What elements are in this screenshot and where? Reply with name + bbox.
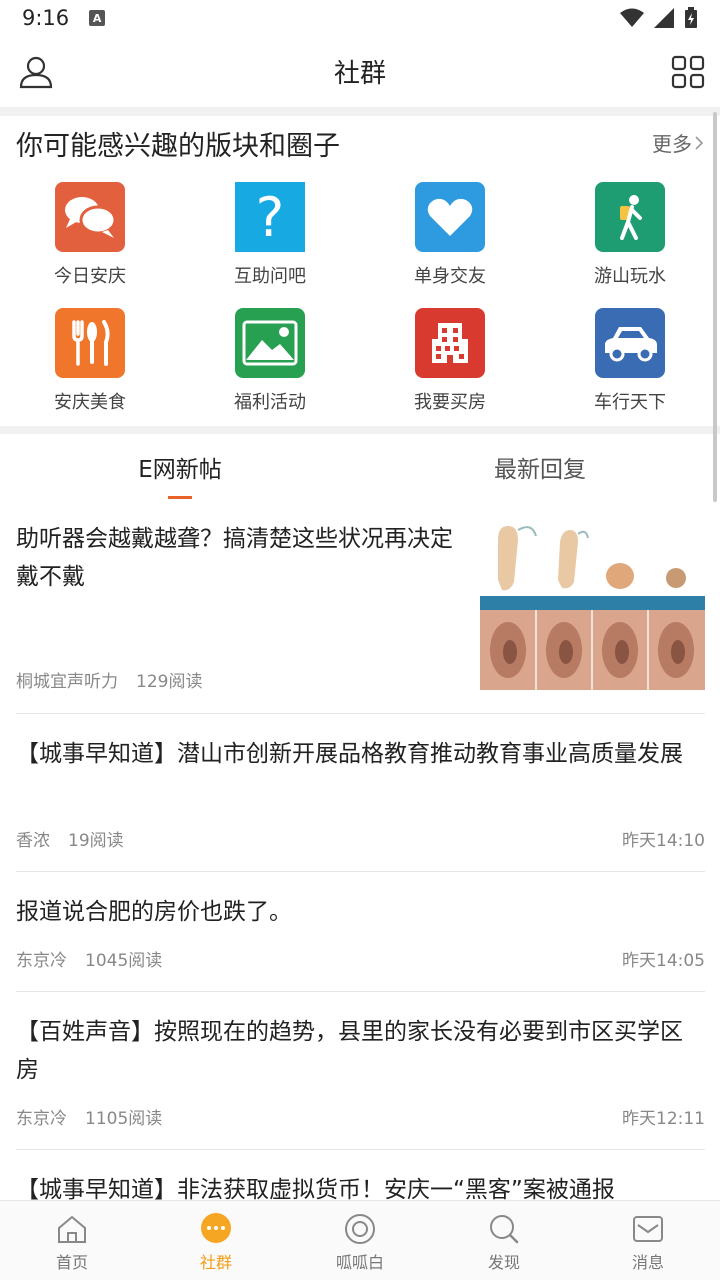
- status-icons: [620, 7, 698, 29]
- signal-icon: [654, 8, 674, 28]
- post-time: 昨天14:05: [622, 951, 705, 971]
- tab-new-posts[interactable]: E网新帖: [0, 450, 360, 484]
- list-item[interactable]: 助听器会越戴越聋？搞清楚这些状况再决定戴不戴 桐城宜声听力 129阅读: [16, 506, 705, 714]
- tab-community[interactable]: 社群: [144, 1201, 288, 1280]
- list-item[interactable]: 【百姓声音】按照现在的趋势，县里的家长没有必要到市区买学区房 东京冷 1105阅…: [16, 992, 705, 1150]
- list-item[interactable]: 【城事早知道】非法获取虚拟货币！安庆一“黑客”案被通报: [16, 1150, 705, 1200]
- status-time: 9:16: [22, 6, 70, 30]
- status-time-group: 9:16 A: [22, 6, 106, 30]
- post-meta: 东京冷 1045阅读: [16, 946, 162, 971]
- list-item[interactable]: 【城事早知道】潜山市创新开展品格教育推动教育事业高质量发展 香浓 19阅读 昨天…: [16, 714, 705, 872]
- grid-label: 我要买房: [414, 392, 486, 413]
- circle-icon: [345, 1214, 375, 1244]
- grid-item-house[interactable]: 我要买房: [360, 308, 540, 414]
- landscape-icon: [235, 308, 305, 378]
- tab-label: 发现: [487, 1253, 520, 1272]
- grid-label: 车行天下: [594, 392, 666, 413]
- search-icon: [490, 1215, 519, 1244]
- grid-item-singles[interactable]: 单身交友: [360, 182, 540, 288]
- app-header: 社群: [0, 36, 720, 108]
- chevron-right-icon: [695, 135, 704, 150]
- post-author: 东京冷: [16, 951, 67, 971]
- chat-bubbles-icon: [55, 182, 125, 252]
- post-meta: 东京冷 1105阅读: [16, 1104, 162, 1129]
- post-meta: 香浓 19阅读: [16, 826, 124, 851]
- scrollbar[interactable]: [713, 112, 717, 502]
- tab-label: 呱呱白: [335, 1253, 384, 1272]
- post-author: 香浓: [16, 831, 50, 851]
- feed-tabs: E网新帖 最新回复: [0, 440, 720, 500]
- post-title: 【百姓声音】按照现在的趋势，县里的家长没有必要到市区买学区房: [16, 1019, 683, 1083]
- grid-label: 福利活动: [234, 392, 306, 413]
- heart-icon: [415, 182, 485, 252]
- post-title: 助听器会越戴越聋？搞清楚这些状况再决定戴不戴: [16, 526, 453, 590]
- status-bar: 9:16 A: [0, 0, 720, 36]
- post-title: 【城事早知道】非法获取虚拟货币！安庆一“黑客”案被通报: [16, 1177, 615, 1200]
- grid-menu-button[interactable]: [670, 54, 706, 90]
- tab-guagua[interactable]: 呱呱白: [288, 1201, 432, 1280]
- grid-item-welfare[interactable]: 福利活动: [180, 308, 360, 414]
- tab-messages[interactable]: 消息: [576, 1201, 720, 1280]
- car-icon: [595, 308, 665, 378]
- post-author: 东京冷: [16, 1109, 67, 1129]
- grid-item-cars[interactable]: 车行天下: [540, 308, 720, 414]
- post-time: 昨天12:11: [622, 1109, 705, 1129]
- grid-icon: [671, 55, 705, 89]
- post-author: 桐城宜声听力: [16, 672, 118, 692]
- hiker-icon: [595, 182, 665, 252]
- post-title: 【城事早知道】潜山市创新开展品格教育推动教育事业高质量发展: [16, 741, 683, 767]
- battery-icon: [685, 7, 697, 28]
- post-reads: 1045阅读: [85, 951, 163, 971]
- section-divider: [0, 108, 720, 116]
- section-divider: [0, 426, 720, 434]
- tab-discover[interactable]: 发现: [432, 1201, 576, 1280]
- grid-item-food[interactable]: 安庆美食: [0, 308, 180, 414]
- tab-latest-replies[interactable]: 最新回复: [360, 450, 720, 484]
- notification-icon: A: [89, 10, 106, 26]
- post-title: 报道说合肥的房价也跌了。: [16, 899, 292, 925]
- post-meta: 桐城宜声听力 129阅读: [16, 667, 202, 692]
- post-reads: 19阅读: [68, 831, 124, 851]
- tab-home[interactable]: 首页: [0, 1201, 144, 1280]
- more-label: 更多: [652, 132, 692, 156]
- post-time: 昨天14:10: [622, 831, 705, 851]
- grid-label: 安庆美食: [54, 392, 126, 413]
- grid-item-travel[interactable]: 游山玩水: [540, 182, 720, 288]
- cutlery-icon: [55, 308, 125, 378]
- grid-label: 今日安庆: [54, 266, 126, 287]
- tab-label: 消息: [631, 1253, 664, 1272]
- grid-label: 互助问吧: [234, 266, 306, 287]
- post-reads: 1105阅读: [85, 1109, 163, 1129]
- grid-label: 游山玩水: [594, 266, 666, 287]
- home-icon: [58, 1215, 86, 1243]
- tab-label: 首页: [55, 1253, 88, 1272]
- building-icon: [415, 308, 485, 378]
- active-tab-indicator: [168, 496, 192, 499]
- grid-item-help-qa[interactable]: ? 互助问吧: [180, 182, 360, 288]
- tab-label: 社群: [199, 1253, 232, 1272]
- post-reads: 129阅读: [136, 672, 203, 692]
- post-thumbnail: [480, 520, 705, 690]
- community-icon: [201, 1213, 231, 1243]
- profile-button[interactable]: [18, 54, 54, 90]
- list-item[interactable]: 报道说合肥的房价也跌了。 东京冷 1045阅读 昨天14:05: [16, 872, 705, 992]
- grid-item-today-anqing[interactable]: 今日安庆: [0, 182, 180, 288]
- interest-section-title: 你可能感兴趣的版块和圈子: [16, 131, 340, 162]
- grid-label: 单身交友: [414, 266, 486, 287]
- more-link[interactable]: 更多: [652, 128, 704, 157]
- mail-icon: [633, 1216, 663, 1242]
- page-title: 社群: [333, 59, 386, 89]
- bottom-tab-bar: 首页 社群 呱呱白 发现 消息: [0, 1200, 720, 1280]
- question-mark-icon: ?: [235, 182, 305, 252]
- user-icon: [19, 56, 53, 89]
- wifi-icon: [620, 8, 644, 27]
